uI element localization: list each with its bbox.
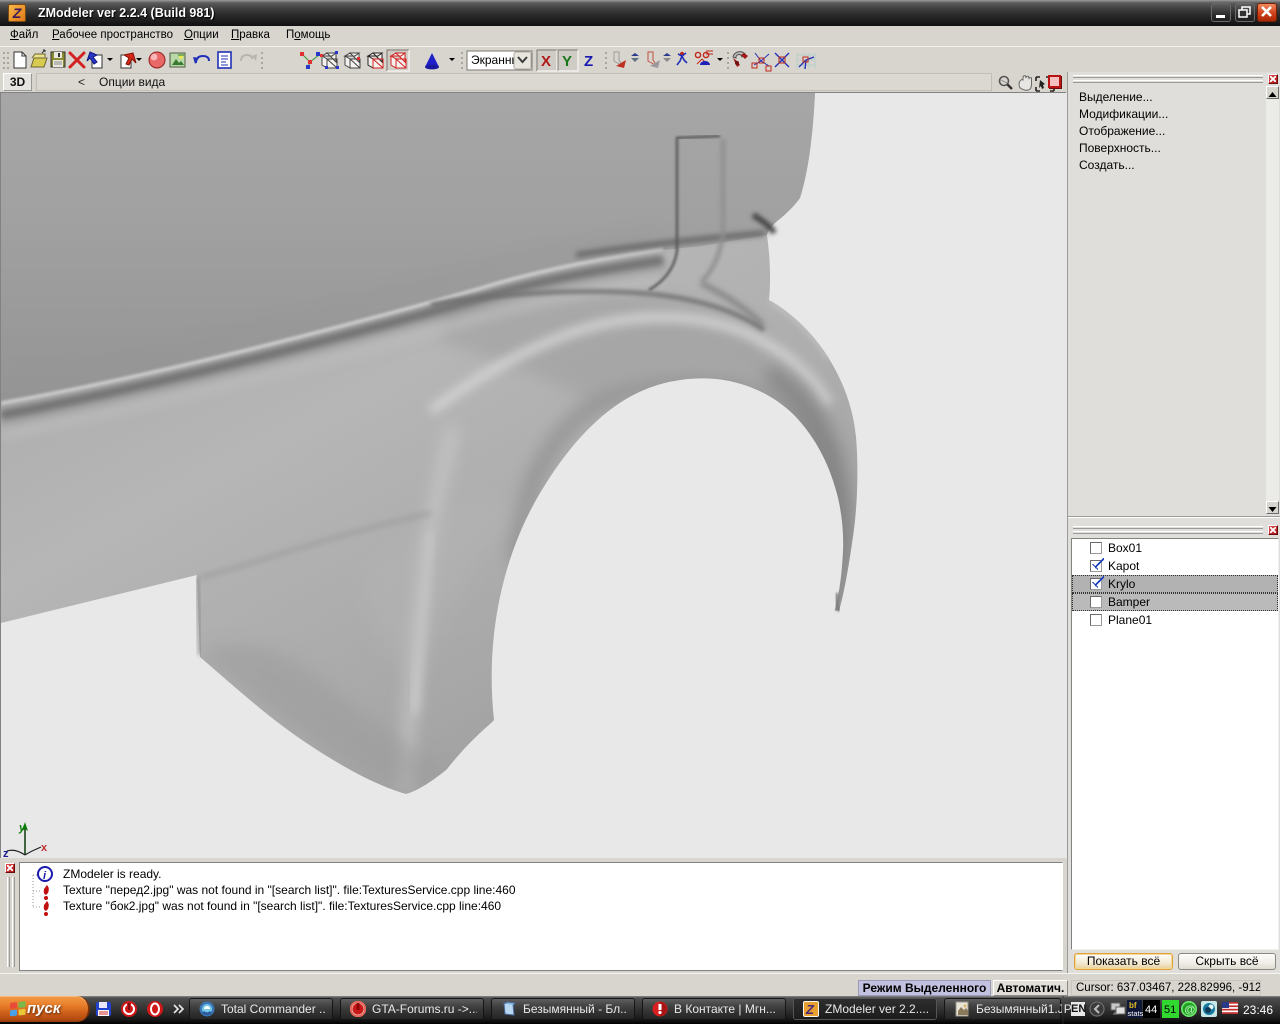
svg-text:x: x xyxy=(41,842,48,854)
svg-text:stats: stats xyxy=(1128,1009,1144,1018)
svg-text:Y: Y xyxy=(562,53,572,70)
svg-text:Texture "перед2.jpg" was not f: Texture "перед2.jpg" was not found in "[… xyxy=(63,883,516,897)
svg-text:@: @ xyxy=(1185,1004,1196,1016)
svg-text:X: X xyxy=(541,53,551,70)
svg-text:Texture "бок2.jpg" was not fou: Texture "бок2.jpg" was not found in "[se… xyxy=(63,899,501,913)
svg-text:51: 51 xyxy=(1164,1004,1176,1016)
svg-text:y: y xyxy=(18,822,26,834)
svg-text:ZModeler is ready.: ZModeler is ready. xyxy=(63,867,161,881)
svg-text:Z: Z xyxy=(805,1002,815,1017)
svg-text:Экранны: Экранны xyxy=(471,53,520,67)
svg-text:44: 44 xyxy=(1145,1004,1157,1016)
svg-text:Z: Z xyxy=(584,53,593,70)
